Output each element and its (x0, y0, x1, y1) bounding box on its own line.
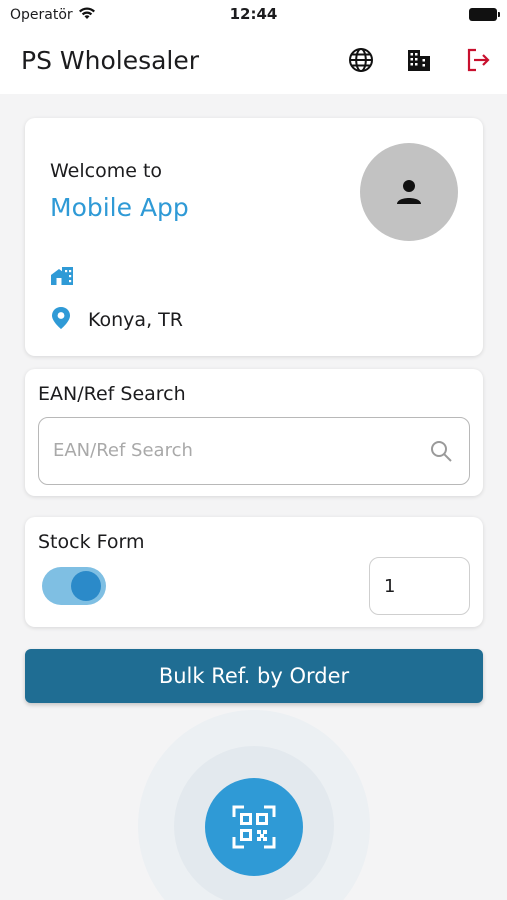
logout-icon[interactable] (464, 46, 492, 74)
app-name: Mobile App (50, 193, 189, 222)
bulk-ref-button[interactable]: Bulk Ref. by Order (25, 649, 483, 703)
globe-icon[interactable] (347, 46, 375, 74)
location-pin-icon (50, 306, 72, 334)
qr-scan-icon (232, 805, 276, 849)
quantity-field[interactable]: 1 (369, 557, 470, 615)
company-icon[interactable] (405, 46, 433, 74)
scan-button[interactable] (205, 778, 303, 876)
welcome-label: Welcome to (50, 160, 163, 182)
scan-area (138, 710, 370, 900)
battery-icon (469, 8, 500, 21)
search-icon[interactable] (429, 439, 453, 467)
bulk-ref-label: Bulk Ref. by Order (158, 664, 350, 688)
person-icon (397, 180, 421, 204)
app-title: PS Wholesaler (21, 46, 200, 75)
search-box[interactable] (38, 417, 470, 485)
status-bar: Operatör 12:44 (0, 0, 507, 28)
screen: Operatör 12:44 PS Wholesaler Welcome to … (0, 0, 507, 900)
stock-card-title: Stock Form (38, 531, 145, 553)
stock-toggle[interactable] (42, 567, 106, 605)
quantity-value: 1 (384, 575, 396, 597)
company-location-icon (50, 266, 74, 290)
welcome-card: Welcome to Mobile App Konya, TR (25, 118, 483, 356)
location-row: Konya, TR (50, 306, 183, 334)
app-bar: PS Wholesaler (0, 28, 507, 94)
search-card-title: EAN/Ref Search (38, 383, 186, 405)
search-input[interactable] (53, 418, 413, 483)
status-time: 12:44 (229, 5, 278, 23)
location-text: Konya, TR (88, 309, 183, 331)
avatar[interactable] (360, 143, 458, 241)
toggle-knob (71, 571, 101, 601)
search-card: EAN/Ref Search (25, 369, 483, 496)
stock-card: Stock Form 1 (25, 517, 483, 627)
